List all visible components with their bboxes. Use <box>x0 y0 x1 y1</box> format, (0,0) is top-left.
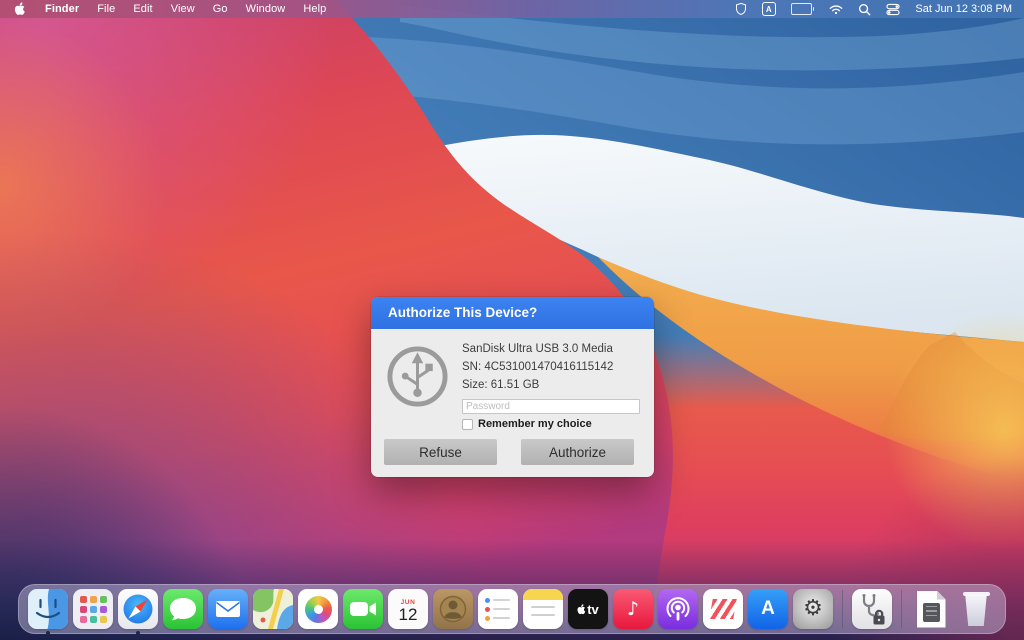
person-silhouette-icon <box>433 589 473 629</box>
usb-device-icon <box>386 345 449 430</box>
remember-choice-row: Remember my choice <box>462 418 640 430</box>
music-note-icon: ♪ <box>627 598 639 620</box>
menu-view[interactable]: View <box>162 3 204 15</box>
menu-bar: Finder File Edit View Go Window Help A <box>0 0 1024 18</box>
menu-go[interactable]: Go <box>204 3 237 15</box>
refuse-button[interactable]: Refuse <box>384 439 497 465</box>
calendar-day: 12 <box>399 606 418 624</box>
authorize-device-dialog: Authorize This Device? SanDisk Ultra USB… <box>371 297 654 477</box>
dock-icon-music[interactable]: ♪ <box>613 589 653 629</box>
dock-icon-launchpad[interactable] <box>73 589 113 629</box>
trash-rim-icon <box>963 592 990 597</box>
dock-icon-facetime[interactable] <box>343 589 383 629</box>
device-info: SanDisk Ultra USB 3.0 Media SN: 4C531001… <box>462 340 640 430</box>
app-store-a-icon: A <box>761 598 775 620</box>
menu-edit[interactable]: Edit <box>124 3 161 15</box>
apple-logo-icon <box>577 604 586 615</box>
menu-bar-status: A Sat Jun 12 3:08 PM <box>735 2 1012 16</box>
input-source-icon[interactable]: A <box>762 2 776 16</box>
dock-icon-finder[interactable] <box>28 589 68 629</box>
menu-finder[interactable]: Finder <box>36 3 88 15</box>
dock-icon-system-preferences[interactable]: ⚙ <box>793 589 833 629</box>
menu-help[interactable]: Help <box>294 3 335 15</box>
remember-checkbox[interactable] <box>462 419 473 430</box>
dock-icon-maps[interactable] <box>253 589 293 629</box>
speech-bubble-icon <box>163 589 203 629</box>
tv-label: tv <box>587 602 599 617</box>
map-icon <box>253 589 293 629</box>
device-serial-number: SN: 4C531001470416115142 <box>462 358 640 376</box>
dock-icon-mail[interactable] <box>208 589 248 629</box>
dock-icon-calendar[interactable]: JUN 12 <box>388 589 428 629</box>
trash-bin-icon <box>964 595 989 626</box>
dock-icon-notes[interactable] <box>523 589 563 629</box>
dialog-body: SanDisk Ultra USB 3.0 Media SN: 4C531001… <box>371 329 654 430</box>
dock-icon-safari[interactable] <box>118 589 158 629</box>
device-size: Size: 61.51 GB <box>462 376 640 394</box>
dock-icon-reminders[interactable] <box>478 589 518 629</box>
dock-icon-podcasts[interactable] <box>658 589 698 629</box>
running-indicator <box>46 631 50 635</box>
control-center-icon[interactable] <box>886 3 900 16</box>
dock-divider <box>901 590 902 628</box>
envelope-icon <box>208 589 248 629</box>
dialog-buttons: Refuse Authorize <box>371 430 654 477</box>
gear-icon: ⚙ <box>803 598 823 620</box>
apple-menu[interactable] <box>12 2 36 16</box>
dock-icon-messages[interactable] <box>163 589 203 629</box>
dialog-title: Authorize This Device? <box>371 297 654 329</box>
finder-face-icon <box>28 589 68 629</box>
dock: JUN 12 <box>18 584 1006 634</box>
photos-flower-icon <box>305 596 332 623</box>
input-source-letter: A <box>766 5 772 14</box>
stethoscope-lock-icon <box>852 589 892 629</box>
launchpad-grid-icon <box>80 596 107 623</box>
dock-icon-tv[interactable]: tv <box>568 589 608 629</box>
document-page-icon <box>917 591 946 628</box>
menu-window[interactable]: Window <box>237 3 295 15</box>
dock-icon-photos[interactable] <box>298 589 338 629</box>
dock-icon-app-store[interactable]: A <box>748 589 788 629</box>
dock-icon-trash[interactable] <box>956 589 996 629</box>
shield-icon[interactable] <box>735 2 747 16</box>
news-stripes-icon <box>709 599 737 619</box>
menu-bar-left: Finder File Edit View Go Window Help <box>12 2 335 16</box>
video-camera-icon <box>343 589 383 629</box>
authorize-button[interactable]: Authorize <box>521 439 634 465</box>
menu-file[interactable]: File <box>88 3 124 15</box>
wifi-icon[interactable] <box>829 4 843 15</box>
password-input[interactable] <box>462 399 640 414</box>
dock-icon-stethoscope-security-app[interactable] <box>852 589 892 629</box>
podcasts-waves-icon <box>658 589 698 629</box>
menu-bar-clock[interactable]: Sat Jun 12 3:08 PM <box>915 3 1012 15</box>
dock-icon-contacts[interactable] <box>433 589 473 629</box>
battery-icon[interactable] <box>791 3 815 15</box>
dock-divider <box>842 590 843 628</box>
safari-compass-icon <box>122 593 154 625</box>
notes-header-band <box>523 589 563 600</box>
apple-logo-icon <box>14 2 26 16</box>
spotlight-search-icon[interactable] <box>858 3 871 16</box>
device-name: SanDisk Ultra USB 3.0 Media <box>462 340 640 358</box>
remember-label: Remember my choice <box>478 418 592 430</box>
running-indicator <box>136 631 140 635</box>
dock-icon-document[interactable] <box>911 589 951 629</box>
dock-icon-news[interactable] <box>703 589 743 629</box>
